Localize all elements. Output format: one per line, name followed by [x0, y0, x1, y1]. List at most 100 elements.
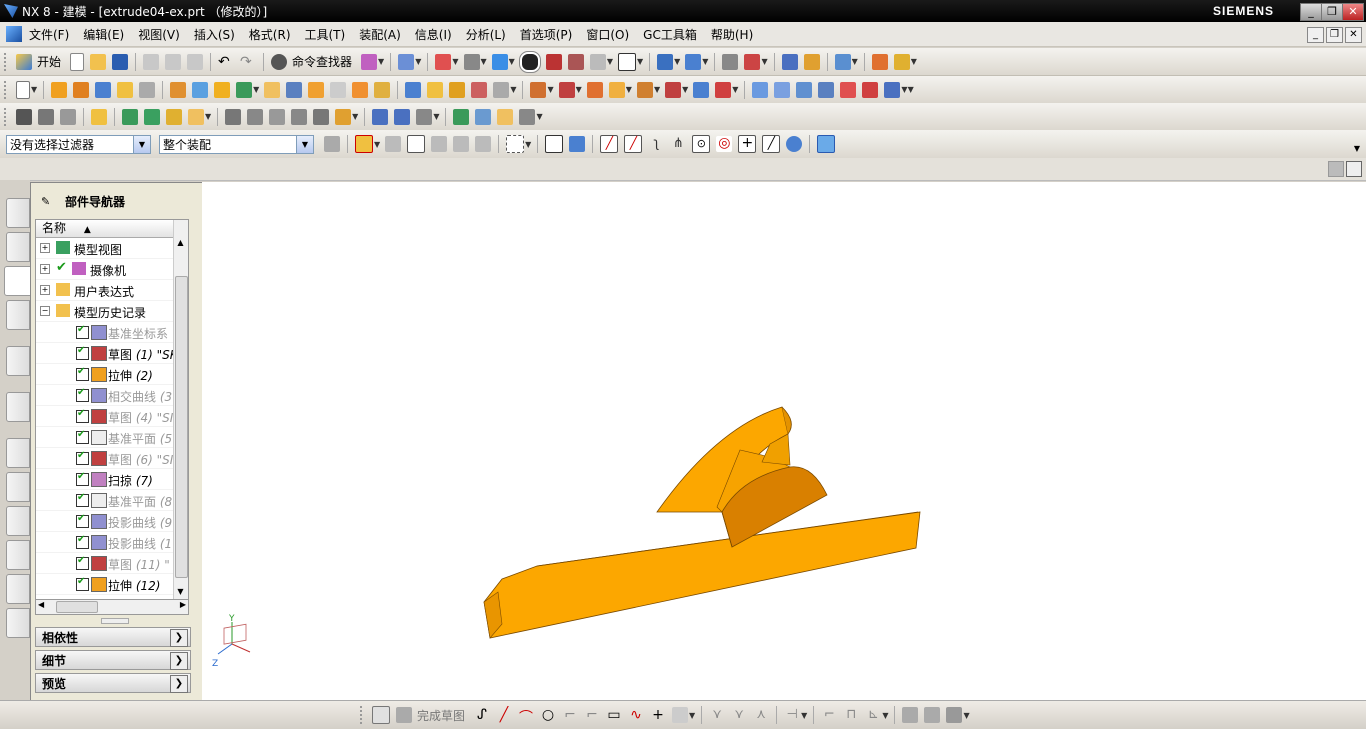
geometric-constraint-icon[interactable]: ⊓	[843, 707, 859, 723]
rectangle-icon[interactable]: ▭	[606, 707, 622, 723]
component-icon[interactable]	[38, 108, 54, 125]
curve-icon[interactable]	[530, 81, 547, 98]
validate-icon[interactable]	[475, 108, 492, 125]
sew-icon[interactable]	[471, 81, 488, 98]
feature-checkbox[interactable]	[76, 345, 89, 360]
selection-priority-icon[interactable]	[817, 135, 836, 153]
existing-point-icon[interactable]	[569, 136, 586, 152]
snap-point-icon[interactable]	[545, 135, 564, 153]
chevron-down-icon[interactable]: ❯	[170, 675, 188, 693]
tree-row[interactable]: + 模型视图	[36, 238, 188, 259]
selection-scope-select[interactable]: 整个装配 ▼	[159, 134, 314, 154]
tree-row[interactable]: + 用户表达式	[36, 280, 188, 301]
reuse-library-tab[interactable]	[6, 300, 30, 330]
doc-minimize-button[interactable]: _	[1307, 27, 1324, 43]
edit-feature-icon[interactable]	[558, 81, 575, 98]
arc-icon[interactable]: ⌒	[518, 707, 534, 726]
collapse-icon[interactable]: −	[40, 306, 50, 316]
offset-curve-icon[interactable]	[672, 707, 689, 723]
finish-sketch-icon[interactable]	[396, 707, 412, 723]
tree-row[interactable]: 投影曲线 (9	[36, 511, 188, 532]
graphics-window[interactable]: Y Z	[202, 182, 1366, 700]
copy-icon[interactable]	[165, 53, 182, 70]
report-icon[interactable]	[497, 108, 514, 125]
doc-close-button[interactable]: ✕	[1345, 27, 1362, 43]
finish-sketch-button[interactable]: 完成草图	[417, 707, 465, 724]
tree-row[interactable]: 基准平面 (8	[36, 490, 188, 511]
tree-row[interactable]: 草图 (11) "	[36, 553, 188, 574]
expand-icon[interactable]: +	[40, 243, 50, 253]
bounded-grid-icon[interactable]	[786, 136, 803, 152]
check-icon[interactable]	[453, 108, 470, 125]
pmi-icon[interactable]	[335, 108, 352, 125]
layer-icon[interactable]	[722, 53, 739, 70]
sketch-tool-icon[interactable]	[372, 706, 390, 724]
shape-icon[interactable]	[884, 81, 901, 98]
point-on-curve-icon[interactable]: +	[738, 135, 757, 153]
feature-checkbox[interactable]	[76, 387, 89, 402]
feature-checkbox[interactable]	[76, 450, 89, 465]
fullscreen-icon[interactable]	[1346, 161, 1362, 177]
delete-face-icon[interactable]	[586, 81, 603, 98]
feature-checkbox[interactable]	[76, 366, 89, 381]
point-icon[interactable]: +	[650, 707, 666, 723]
measure-icon[interactable]	[781, 53, 798, 70]
new-file-icon[interactable]	[70, 52, 85, 71]
draft-icon[interactable]	[330, 81, 347, 98]
show-hide-icon[interactable]	[744, 53, 761, 70]
convert-reference-icon[interactable]	[946, 707, 963, 723]
angle-icon[interactable]	[893, 53, 910, 70]
extrude-icon[interactable]	[51, 81, 68, 98]
studio-surface-icon[interactable]	[796, 81, 813, 98]
feature-checkbox[interactable]	[76, 429, 89, 444]
offset-region-icon[interactable]	[715, 81, 732, 98]
select-edge-icon[interactable]	[453, 136, 470, 152]
feature-checkbox[interactable]	[76, 324, 89, 339]
table-icon[interactable]	[372, 108, 389, 125]
system-scenes-tab[interactable]	[6, 608, 30, 638]
sketch-icon[interactable]	[16, 80, 30, 99]
feature-checkbox[interactable]	[76, 408, 89, 423]
history-tab[interactable]	[6, 438, 30, 468]
make-corner-icon[interactable]: ⋏	[753, 707, 769, 723]
pattern-icon[interactable]	[139, 81, 156, 98]
minimize-button[interactable]: _	[1300, 3, 1322, 21]
constraint-navigator-tab[interactable]	[6, 232, 30, 262]
expand-icon[interactable]: +	[40, 285, 50, 295]
rectangle-select-icon[interactable]	[506, 135, 525, 153]
selection-icon[interactable]	[361, 53, 378, 70]
chamfer-sketch-icon[interactable]: ⌐	[584, 707, 600, 723]
details-panel-header[interactable]: 细节 ❯	[35, 650, 191, 670]
chamfer-icon[interactable]	[286, 81, 303, 98]
pull-face-icon[interactable]	[693, 81, 710, 98]
edge-blend-icon[interactable]	[264, 81, 281, 98]
auto-constrain-icon[interactable]: ⊾	[865, 707, 881, 723]
animate-dim-icon[interactable]	[924, 707, 941, 723]
close-button[interactable]: ✕	[1342, 3, 1364, 21]
menu-edit[interactable]: 编辑(E)	[76, 26, 131, 43]
quadrant-point-icon[interactable]: ◎	[716, 136, 733, 152]
web-browser-tab[interactable]	[6, 392, 30, 422]
maximize-button[interactable]: ❐	[1321, 3, 1343, 21]
process-studio-tab[interactable]	[6, 506, 30, 536]
analysis-icon[interactable]	[803, 53, 820, 70]
start-icon[interactable]	[16, 53, 32, 70]
tree-row[interactable]: 草图 (6) "SI	[36, 448, 188, 469]
menu-window[interactable]: 窗口(O)	[579, 26, 636, 43]
replace-face-icon[interactable]	[608, 81, 625, 98]
doc-restore-button[interactable]: ❐	[1326, 27, 1343, 43]
tree-row[interactable]: 扫掠 (7)	[36, 469, 188, 490]
scale-body-icon[interactable]	[374, 81, 391, 98]
tree-row[interactable]: 草图 (1) "SK	[36, 343, 188, 364]
save-icon[interactable]	[112, 53, 129, 70]
select-face-icon[interactable]	[407, 135, 426, 153]
point-on-face-icon[interactable]: ╱	[762, 135, 781, 153]
type-filter-select[interactable]: 没有选择过滤器 ▼	[6, 134, 151, 154]
horizontal-scrollbar[interactable]: ◀ ▶	[35, 599, 189, 615]
update-icon[interactable]	[122, 108, 138, 125]
roles-tab[interactable]	[6, 574, 30, 604]
angular-dim-icon[interactable]	[269, 108, 286, 125]
start-button[interactable]: 开始	[37, 53, 61, 70]
cut-icon[interactable]	[143, 53, 160, 70]
subtract-icon[interactable]	[192, 81, 209, 98]
